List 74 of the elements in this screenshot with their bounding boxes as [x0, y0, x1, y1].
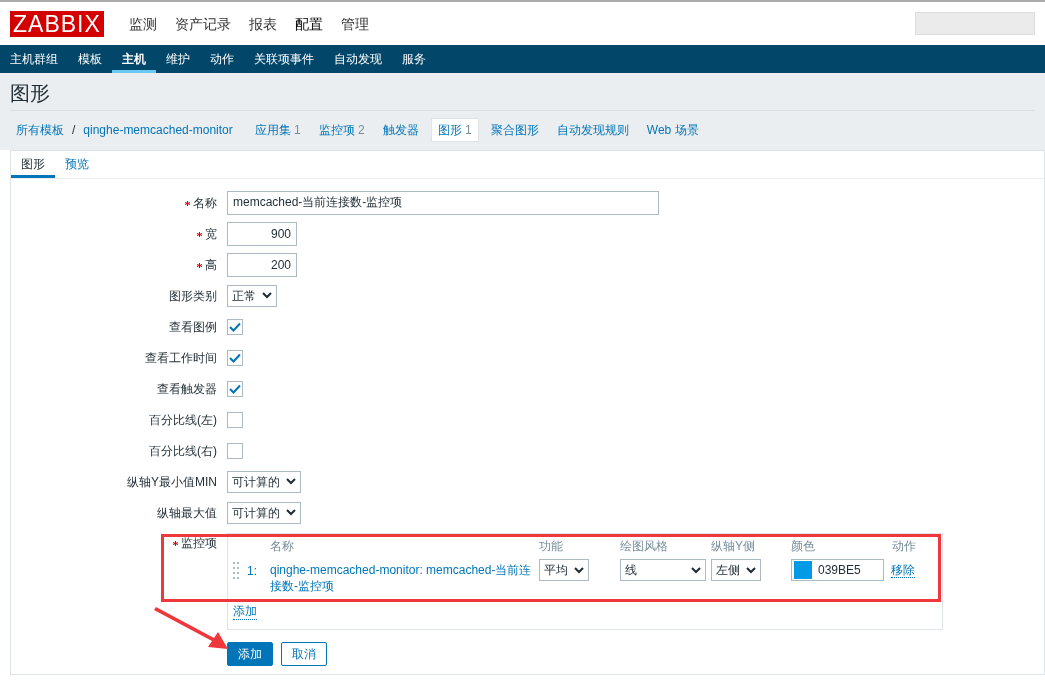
drag-handle-icon[interactable] — [233, 562, 239, 580]
dropdown[interactable]: 正常 — [227, 284, 277, 307]
field-label: 高 — [205, 257, 217, 272]
menu-tab[interactable]: 报表 — [239, 15, 286, 32]
field-label: 宽 — [205, 226, 217, 241]
nav-tab[interactable]: 模板 — [68, 45, 112, 73]
field-label: 查看工作时间 — [145, 350, 217, 365]
checkbox[interactable] — [227, 411, 243, 428]
logo: ZABBIX — [10, 10, 104, 37]
add-link[interactable]: 添加 — [233, 603, 257, 620]
host-tab[interactable]: 监控项 2 — [312, 119, 371, 141]
field-label: 纵轴最大值 — [157, 505, 217, 520]
field-label: 百分比线(左) — [149, 412, 217, 427]
host-tab[interactable]: 图形 1 — [430, 118, 479, 142]
remove-link[interactable]: 移除 — [891, 563, 915, 578]
field-label: 查看图例 — [169, 319, 217, 334]
host-tab[interactable]: 触发器 — [376, 119, 425, 141]
checkbox[interactable] — [227, 318, 243, 335]
cancel-button[interactable]: 取消 — [281, 642, 327, 666]
dropdown[interactable]: 可计算的 — [227, 470, 301, 493]
input-field[interactable]: memcached-当前连接数-监控项 — [227, 190, 659, 215]
page-title: 图形 — [10, 73, 1035, 111]
column-header: 名称 — [270, 539, 294, 553]
host-tab[interactable]: 自动发现规则 — [550, 119, 635, 141]
color-field[interactable]: 039BE5 — [791, 559, 884, 581]
column-header: 动作 — [892, 539, 916, 553]
row-index: 1: — [247, 563, 257, 579]
column-header: 绘图风格 — [620, 539, 668, 553]
host-tab[interactable]: 应用集 1 — [248, 119, 307, 141]
field-label: 图形类别 — [169, 288, 217, 303]
host-tab[interactable]: 聚合图形 — [484, 119, 545, 141]
item-link[interactable]: qinghe-memcached-monitor: memcached-当前连接数-监控项 — [270, 559, 533, 594]
caret-icon — [691, 566, 701, 574]
add-button[interactable]: 添加 — [227, 642, 273, 666]
breadcrumb-separator: / — [72, 122, 76, 138]
dropdown[interactable]: 左侧 — [711, 559, 761, 581]
form-tab[interactable]: 图形 — [11, 151, 55, 178]
breadcrumb-link[interactable]: qinghe-memcached-monitor — [83, 122, 233, 138]
field-label: 百分比线(右) — [149, 443, 217, 458]
menu-tab[interactable]: 监测 — [119, 15, 166, 32]
dropdown[interactable]: 可计算的 — [227, 501, 301, 524]
caret-icon — [286, 509, 296, 516]
caret-icon — [574, 566, 584, 574]
caret-icon — [286, 478, 296, 485]
checkbox[interactable] — [227, 442, 243, 459]
caret-icon — [262, 292, 272, 299]
nav-tab[interactable]: 关联项事件 — [244, 45, 324, 73]
menu-tab[interactable]: 资产记录 — [165, 15, 240, 32]
column-header: 功能 — [539, 539, 563, 553]
field-label: 名称 — [193, 195, 217, 210]
host-tab[interactable]: Web 场景 — [640, 119, 705, 141]
caret-icon — [746, 566, 756, 574]
column-header: 颜色 — [791, 539, 815, 553]
search-field[interactable] — [915, 12, 1035, 35]
menu-tab[interactable]: 配置 — [285, 15, 332, 32]
field-label: 查看触发器 — [157, 381, 217, 396]
checkbox[interactable] — [227, 349, 243, 366]
form-tab[interactable]: 预览 — [55, 151, 99, 178]
menu-tab[interactable]: 管理 — [331, 15, 378, 32]
nav-tab[interactable]: 动作 — [200, 45, 244, 73]
color-swatch[interactable] — [794, 561, 812, 579]
input-field[interactable]: 200 — [227, 252, 297, 277]
field-label: 纵轴Y最小值MIN — [127, 474, 217, 489]
column-header: 纵轴Y侧 — [711, 539, 755, 553]
dropdown[interactable]: 线 — [620, 559, 706, 581]
nav-tab[interactable]: 维护 — [156, 45, 200, 73]
breadcrumb-link[interactable]: 所有模板 — [16, 122, 64, 138]
nav-tab[interactable]: 自动发现 — [324, 45, 392, 73]
nav-tab[interactable]: 服务 — [392, 45, 436, 73]
input-field[interactable]: 900 — [227, 221, 297, 246]
field-label: 监控项 — [181, 536, 217, 550]
checkbox[interactable] — [227, 380, 243, 397]
nav-tab[interactable]: 主机群组 — [0, 45, 68, 73]
dropdown[interactable]: 平均 — [539, 559, 589, 581]
